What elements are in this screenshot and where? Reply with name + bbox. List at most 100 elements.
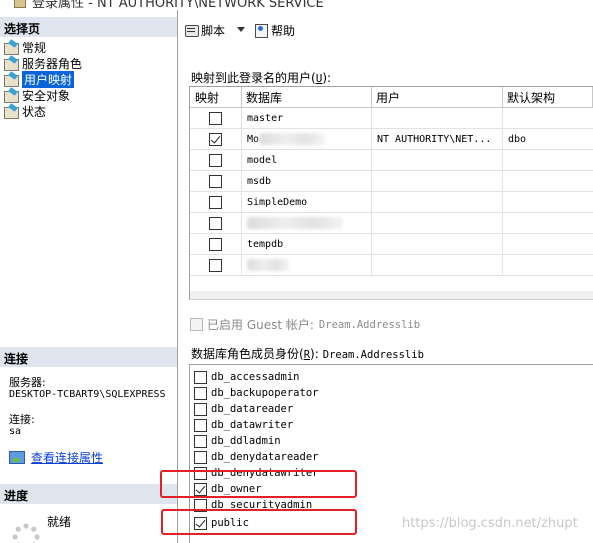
list-item[interactable]: db_datareader bbox=[194, 401, 293, 417]
title-bar: 登录属性 - NT AUTHORITY\NETWORK SERVICE bbox=[0, 0, 593, 10]
table-row[interactable]: Mo NT AUTHORITY\NET... dbo bbox=[190, 129, 593, 150]
header-map[interactable]: 映射 bbox=[190, 87, 242, 107]
page-user-mapping-label: 用户映射 bbox=[22, 70, 75, 88]
user-name bbox=[372, 192, 503, 212]
default-schema bbox=[503, 234, 593, 254]
role-name: db_ddladmin bbox=[211, 435, 281, 447]
list-item[interactable]: db_owner bbox=[194, 481, 262, 497]
map-checkbox[interactable] bbox=[209, 174, 222, 188]
default-schema: dbo bbox=[508, 133, 527, 145]
map-checkbox[interactable] bbox=[209, 111, 222, 125]
role-checkbox[interactable] bbox=[194, 386, 207, 400]
page-wrench-icon bbox=[3, 73, 19, 87]
guest-enabled-checkbox bbox=[190, 318, 203, 331]
redacted-text bbox=[259, 133, 326, 145]
role-name: db_backupoperator bbox=[211, 387, 319, 399]
user-name bbox=[372, 213, 503, 233]
script-button[interactable]: 脚本 bbox=[184, 19, 225, 41]
guest-db-name: Dream.Addresslib bbox=[318, 318, 421, 331]
page-securables-label: 安全对象 bbox=[22, 88, 71, 103]
map-checkbox[interactable] bbox=[209, 153, 222, 167]
database-name: tempdb bbox=[242, 234, 372, 254]
role-name: db_owner bbox=[211, 483, 262, 495]
header-database[interactable]: 数据库 bbox=[242, 87, 372, 107]
role-checkbox[interactable] bbox=[194, 482, 207, 496]
page-status[interactable]: 状态 bbox=[3, 103, 46, 119]
list-item[interactable]: db_backupoperator bbox=[194, 385, 318, 401]
user-mapping-label-prefix: 映射到此登录名的用户( bbox=[191, 71, 316, 85]
header-user[interactable]: 用户 bbox=[372, 87, 503, 107]
select-page-header: 选择页 bbox=[0, 17, 177, 37]
page-wrench-icon bbox=[3, 57, 19, 71]
view-connection-properties-link[interactable]: 查看连接属性 bbox=[9, 449, 103, 466]
map-checkbox[interactable] bbox=[209, 216, 222, 230]
connection-label: 连接: bbox=[9, 413, 35, 426]
connection-value: sa bbox=[9, 426, 22, 437]
table-row[interactable] bbox=[190, 255, 593, 276]
user-name: NT AUTHORITY\NET... bbox=[372, 129, 503, 149]
toolbar: 脚本 帮助 bbox=[178, 19, 593, 41]
user-mapping-label: 映射到此登录名的用户(U): bbox=[191, 69, 331, 86]
role-checkbox[interactable] bbox=[194, 402, 207, 416]
user-mapping-grid: 映射 数据库 用户 默认架构 master Mo NT AUTHORITY\NE… bbox=[189, 86, 593, 291]
role-checkbox[interactable] bbox=[194, 466, 207, 480]
grid-header-row: 映射 数据库 用户 默认架构 bbox=[190, 87, 593, 108]
progress-header: 进度 bbox=[0, 484, 177, 504]
role-checkbox[interactable] bbox=[194, 418, 207, 432]
default-schema bbox=[503, 213, 593, 233]
role-checkbox[interactable] bbox=[194, 498, 207, 512]
table-row[interactable]: model bbox=[190, 150, 593, 171]
header-default-schema[interactable]: 默认架构 bbox=[503, 87, 593, 107]
window-icon bbox=[14, 0, 26, 8]
list-item[interactable]: db_denydatawriter bbox=[194, 465, 318, 481]
page-server-roles-label: 服务器角色 bbox=[22, 56, 83, 71]
help-button[interactable]: 帮助 bbox=[254, 19, 295, 41]
list-item[interactable]: db_datawriter bbox=[194, 417, 293, 433]
page-securables[interactable]: 安全对象 bbox=[3, 87, 70, 103]
table-row[interactable]: tempdb bbox=[190, 234, 593, 255]
view-connection-properties-label: 查看连接属性 bbox=[31, 451, 104, 465]
window-title: 登录属性 - NT AUTHORITY\NETWORK SERVICE bbox=[32, 0, 324, 10]
map-checkbox[interactable] bbox=[209, 132, 222, 146]
page-general-label: 常规 bbox=[22, 40, 47, 55]
role-membership-label-suffix: ): bbox=[310, 347, 319, 361]
page-general[interactable]: 常规 bbox=[3, 39, 46, 55]
user-name bbox=[372, 234, 503, 254]
list-item[interactable]: db_ddladmin bbox=[194, 433, 281, 449]
watermark: https://blog.csdn.net/zhupt bbox=[402, 516, 578, 531]
script-dropdown-arrow-icon[interactable] bbox=[237, 27, 245, 32]
map-checkbox[interactable] bbox=[209, 258, 222, 272]
role-membership-label: 数据库角色成员身份(R): Dream.Addresslib bbox=[191, 345, 424, 362]
role-checkbox[interactable] bbox=[194, 370, 207, 384]
role-checkbox[interactable] bbox=[194, 450, 207, 464]
user-name bbox=[372, 255, 503, 275]
table-row[interactable]: msdb bbox=[190, 171, 593, 192]
role-checkbox[interactable] bbox=[194, 434, 207, 448]
role-name: public bbox=[211, 517, 249, 529]
script-label: 脚本 bbox=[201, 23, 226, 38]
page-user-mapping[interactable]: 用户映射 bbox=[3, 70, 75, 88]
table-row[interactable] bbox=[190, 213, 593, 234]
map-checkbox[interactable] bbox=[209, 237, 222, 251]
page-status-label: 状态 bbox=[22, 104, 47, 119]
role-name: db_denydatawriter bbox=[211, 467, 319, 479]
role-name: db_denydatareader bbox=[211, 451, 319, 463]
default-schema bbox=[503, 192, 593, 212]
list-item[interactable]: public bbox=[194, 515, 249, 531]
default-schema bbox=[503, 171, 593, 191]
database-name-cell: Mo bbox=[242, 129, 372, 149]
table-row[interactable]: SimpleDemo bbox=[190, 192, 593, 213]
list-item[interactable]: db_securityadmin bbox=[194, 497, 312, 513]
redacted-text bbox=[247, 217, 343, 229]
role-checkbox[interactable] bbox=[194, 516, 207, 530]
server-label: 服务器: bbox=[9, 376, 46, 389]
page-server-roles[interactable]: 服务器角色 bbox=[3, 55, 82, 71]
list-item[interactable]: db_accessadmin bbox=[194, 369, 300, 385]
table-row[interactable]: master bbox=[190, 108, 593, 129]
connection-header: 连接 bbox=[0, 347, 177, 367]
database-name: SimpleDemo bbox=[242, 192, 372, 212]
map-checkbox[interactable] bbox=[209, 195, 222, 209]
database-name-cell bbox=[242, 255, 372, 275]
list-item[interactable]: db_denydatareader bbox=[194, 449, 318, 465]
role-name: db_accessadmin bbox=[211, 371, 300, 383]
